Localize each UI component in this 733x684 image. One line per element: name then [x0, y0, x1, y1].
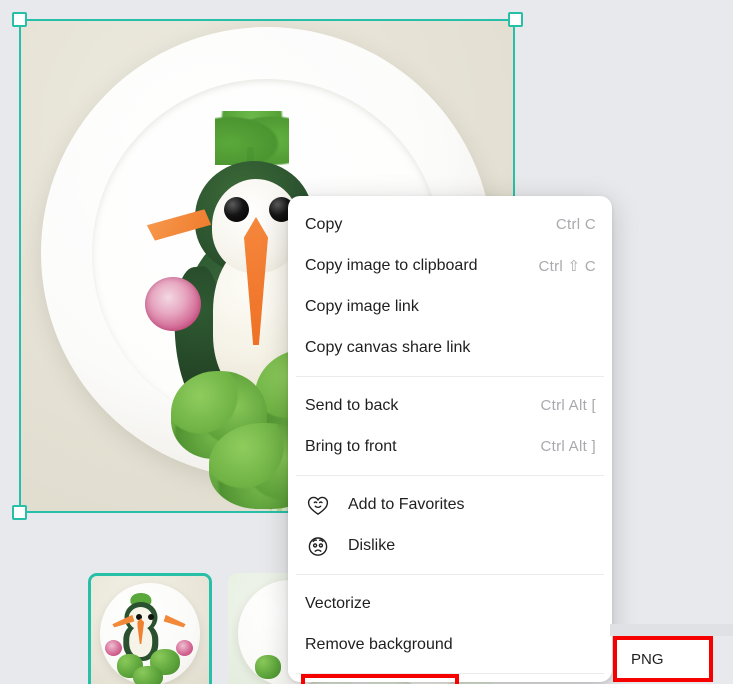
- menu-item-label: Add to Favorites: [348, 495, 465, 513]
- menu-item-label: Copy: [305, 215, 343, 233]
- resize-handle-top-left[interactable]: [12, 12, 27, 27]
- menu-item-shortcut: Ctrl ⇧ C: [538, 257, 596, 275]
- mini2-broccoli-a: [255, 654, 282, 679]
- menu-item-dislike[interactable]: Dislike: [288, 525, 612, 566]
- mini-radish-left: [105, 639, 123, 656]
- menu-item-copy[interactable]: Copy Ctrl C: [288, 204, 612, 245]
- mini-eye-right: [147, 613, 154, 620]
- resize-handle-bottom-left[interactable]: [12, 505, 27, 520]
- menu-item-label: Copy image to clipboard: [305, 256, 478, 274]
- mini-radish-right: [175, 639, 193, 656]
- menu-item-bring-to-front[interactable]: Bring to front Ctrl Alt ]: [288, 426, 612, 467]
- menu-item-label: Vectorize: [305, 594, 371, 612]
- menu-item-copy-image-link[interactable]: Copy image link: [288, 286, 612, 327]
- thumbnail-image-1: [91, 576, 209, 684]
- menu-divider: [296, 376, 604, 377]
- app-root: Copy Ctrl C Copy image to clipboard Ctrl…: [0, 0, 733, 684]
- penguin-eye-left: [224, 197, 249, 222]
- menu-item-add-to-favorites[interactable]: Add to Favorites: [288, 484, 612, 525]
- menu-item-remove-background[interactable]: Remove background: [288, 624, 612, 665]
- mini-eye-left: [135, 613, 142, 620]
- menu-item-copy-image-to-clipboard[interactable]: Copy image to clipboard Ctrl ⇧ C: [288, 245, 612, 286]
- menu-divider: [296, 574, 604, 575]
- resize-handle-top-right[interactable]: [508, 12, 523, 27]
- menu-item-label: Dislike: [348, 536, 396, 554]
- mini-broccoli-c: [133, 665, 164, 684]
- annotation-highlight-bottom: [301, 674, 459, 684]
- menu-item-label: Send to back: [305, 396, 399, 414]
- menu-item-label: Copy image link: [305, 297, 419, 315]
- menu-item-label: Bring to front: [305, 437, 397, 455]
- menu-item-label: Remove background: [305, 635, 453, 653]
- sad-face-icon: [305, 533, 331, 559]
- annotation-png-format[interactable]: PNG: [613, 636, 713, 682]
- menu-item-vectorize[interactable]: Vectorize: [288, 583, 612, 624]
- menu-item-copy-canvas-share-link[interactable]: Copy canvas share link: [288, 327, 612, 368]
- thumbnail-variation-1[interactable]: [88, 573, 212, 684]
- menu-item-shortcut: Ctrl C: [555, 216, 596, 233]
- menu-divider: [296, 475, 604, 476]
- heart-smiley-icon: [305, 492, 331, 518]
- png-panel-backdrop: [610, 624, 733, 636]
- menu-item-shortcut: Ctrl Alt ]: [540, 438, 596, 455]
- menu-item-shortcut: Ctrl Alt [: [540, 397, 596, 414]
- context-menu[interactable]: Copy Ctrl C Copy image to clipboard Ctrl…: [288, 196, 612, 682]
- png-format-label: PNG: [631, 650, 664, 668]
- menu-item-send-to-back[interactable]: Send to back Ctrl Alt [: [288, 385, 612, 426]
- radish-slice-left: [145, 277, 201, 331]
- menu-item-label: Copy canvas share link: [305, 338, 471, 356]
